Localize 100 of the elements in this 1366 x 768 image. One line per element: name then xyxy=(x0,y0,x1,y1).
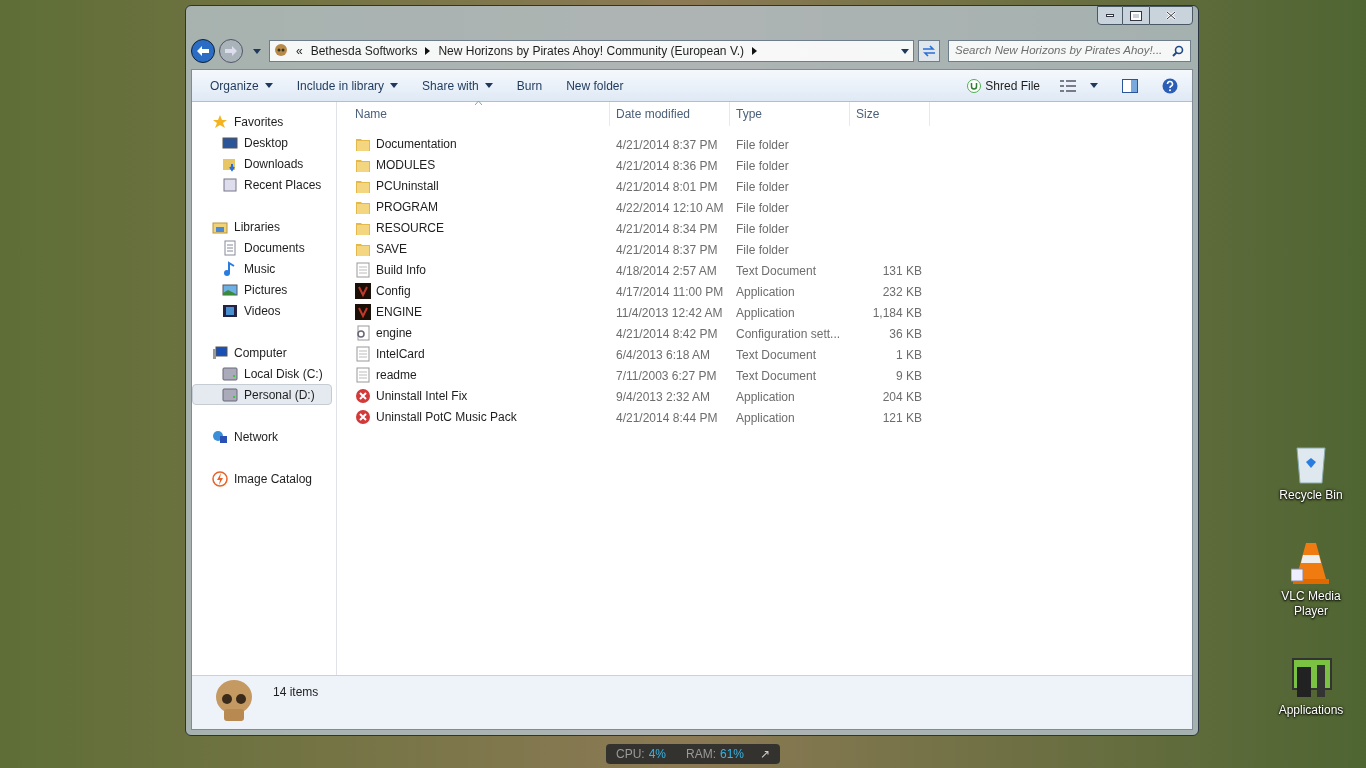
sidebar-item[interactable]: Personal (D:) xyxy=(192,384,332,405)
picture-icon xyxy=(222,281,238,298)
drive-icon xyxy=(222,365,238,382)
sidebar-item[interactable]: Downloads xyxy=(192,153,332,174)
breadcrumb[interactable]: Bethesda Softworks xyxy=(310,42,418,60)
sidebar-item[interactable]: Libraries xyxy=(192,216,332,237)
type-cell: Application xyxy=(736,410,795,425)
type-cell: Text Document xyxy=(736,263,817,278)
back-button[interactable] xyxy=(191,39,215,63)
sidebar-item[interactable]: Computer xyxy=(192,342,332,363)
file-name: Uninstall PotC Music Pack xyxy=(376,408,517,426)
toolbar-button[interactable]: New folder xyxy=(554,73,636,98)
date-cell: 4/21/2014 8:37 PM xyxy=(616,137,718,152)
address-bar[interactable]: « Bethesda Softworks New Horizons by Pirates Ahoy! Community (European V.) xyxy=(269,40,914,62)
file-row[interactable]: RESOURCE 4/21/2014 8:34 PM File folder xyxy=(337,217,1192,238)
file-row[interactable]: Config 4/17/2014 11:00 PM Application 232 KB xyxy=(337,280,1192,301)
uninstall-icon xyxy=(355,408,371,425)
file-row[interactable]: Uninstall Intel Fix 9/4/2013 2:32 AM Application 204 KB xyxy=(337,385,1192,406)
sidebar-item[interactable]: Videos xyxy=(192,300,332,321)
program-icon xyxy=(355,282,371,299)
file-row[interactable]: PCUninstall 4/21/2014 8:01 PM File folder xyxy=(337,175,1192,196)
toolbar-button[interactable]: Share with xyxy=(410,73,505,98)
sidebar-item[interactable]: Favorites xyxy=(192,111,332,132)
caret-icon xyxy=(901,48,909,54)
file-row[interactable]: Build Info 4/18/2014 2:57 AM Text Document 131 KB xyxy=(337,259,1192,280)
file-row[interactable]: Uninstall PotC Music Pack 4/21/2014 8:44 PM Application 121 KB xyxy=(337,406,1192,427)
window-icon xyxy=(222,176,238,193)
desktop-icon-label[interactable]: VLC Media Player xyxy=(1266,589,1356,619)
desktop-icon-label[interactable]: Applications xyxy=(1278,703,1344,718)
date-cell: 7/11/2003 6:27 PM xyxy=(616,368,717,383)
type-cell: File folder xyxy=(736,137,789,152)
column-header[interactable]: Type xyxy=(730,102,850,126)
file-row[interactable]: IntelCard 6/4/2013 6:18 AM Text Document 1 KB xyxy=(337,343,1192,364)
sidebar-item[interactable]: Documents xyxy=(192,237,332,258)
size-cell: 131 KB xyxy=(882,263,922,278)
refresh-button[interactable] xyxy=(918,40,940,62)
date-cell: 4/21/2014 8:34 PM xyxy=(616,221,718,236)
search-input[interactable]: Search New Horizons by Pirates Ahoy!... xyxy=(955,42,1172,60)
file-row[interactable]: engine 4/21/2014 8:42 PM Configuration sett... 36 KB xyxy=(337,322,1192,343)
caret-icon xyxy=(253,48,261,54)
breadcrumb[interactable]: New Horizons by Pirates Ahoy! Community (European V.) xyxy=(438,42,745,60)
pane-icon xyxy=(1122,78,1138,93)
file-row[interactable]: readme 7/11/2003 6:27 PM Text Document 9 KB xyxy=(337,364,1192,385)
forward-arrow-icon xyxy=(225,46,237,56)
close-button[interactable] xyxy=(1149,6,1193,25)
cpu-label: CPU: xyxy=(616,746,645,763)
size-cell: 1 KB xyxy=(896,347,922,362)
toolbar-button[interactable]: Include in library xyxy=(284,73,411,98)
shred-file-button[interactable]: Shred File xyxy=(959,73,1048,98)
file-row[interactable]: ENGINE 11/4/2013 12:42 AM Application 1,184 KB xyxy=(337,301,1192,322)
back-arrow-icon xyxy=(197,46,209,56)
computer-tower-icon xyxy=(1289,657,1333,699)
size-cell: 36 KB xyxy=(889,326,922,341)
column-header[interactable]: Size xyxy=(850,102,930,126)
trash-bin-icon xyxy=(1294,444,1328,484)
document-icon xyxy=(355,366,371,383)
date-cell: 4/21/2014 8:44 PM xyxy=(616,410,718,425)
file-row[interactable]: SAVE 4/21/2014 8:37 PM File folder xyxy=(337,238,1192,259)
date-cell: 4/22/2014 12:10 AM xyxy=(616,200,724,215)
type-cell: File folder xyxy=(736,158,789,173)
size-cell: 121 KB xyxy=(882,410,922,425)
file-name: readme xyxy=(376,366,417,384)
date-cell: 4/21/2014 8:01 PM xyxy=(616,179,718,194)
sidebar-item[interactable]: Image Catalog xyxy=(192,468,332,489)
date-cell: 4/21/2014 8:36 PM xyxy=(616,158,718,173)
computer-icon xyxy=(212,344,228,361)
type-cell: Configuration sett... xyxy=(736,326,841,341)
sidebar-item[interactable]: Pictures xyxy=(192,279,332,300)
toolbar-button[interactable]: Organize xyxy=(198,73,285,98)
lightning-icon xyxy=(212,470,228,487)
file-row[interactable]: Documentation 4/21/2014 8:37 PM File folder xyxy=(337,133,1192,154)
search-icon xyxy=(1172,45,1184,57)
toolbar-button[interactable]: Burn xyxy=(504,73,555,98)
maximize-button[interactable] xyxy=(1123,6,1149,25)
date-cell: 4/21/2014 8:42 PM xyxy=(616,326,718,341)
type-cell: Text Document xyxy=(736,368,817,383)
sidebar-item[interactable]: Desktop xyxy=(192,132,332,153)
forward-button[interactable] xyxy=(219,39,243,63)
size-cell: 232 KB xyxy=(882,284,922,299)
refresh-arrows-icon xyxy=(922,45,936,57)
sidebar-item[interactable]: Network xyxy=(192,426,332,447)
skull-icon xyxy=(274,44,288,58)
desktop-icon-label[interactable]: Recycle Bin xyxy=(1279,488,1343,503)
minimize-button[interactable] xyxy=(1097,6,1123,25)
type-cell: Application xyxy=(736,389,795,404)
search-field[interactable]: Search New Horizons by Pirates Ahoy!... xyxy=(948,40,1191,62)
column-header[interactable]: Date modified xyxy=(610,102,730,126)
column-header[interactable]: Name xyxy=(349,102,610,126)
caret-icon xyxy=(1090,83,1098,88)
item-count: 14 items xyxy=(273,684,319,701)
sidebar-item[interactable]: Music xyxy=(192,258,332,279)
breadcrumb[interactable]: « xyxy=(296,42,303,60)
expand-button[interactable]: ↗ xyxy=(760,745,771,763)
sidebar-item[interactable]: Local Disk (C:) xyxy=(192,363,332,384)
file-name: SAVE xyxy=(376,240,408,258)
file-row[interactable]: MODULES 4/21/2014 8:36 PM File folder xyxy=(337,154,1192,175)
file-row[interactable]: PROGRAM 4/22/2014 12:10 AM File folder xyxy=(337,196,1192,217)
sidebar-item[interactable]: Recent Places xyxy=(192,174,332,195)
size-cell: 9 KB xyxy=(896,368,922,383)
file-name: Documentation xyxy=(376,135,457,153)
